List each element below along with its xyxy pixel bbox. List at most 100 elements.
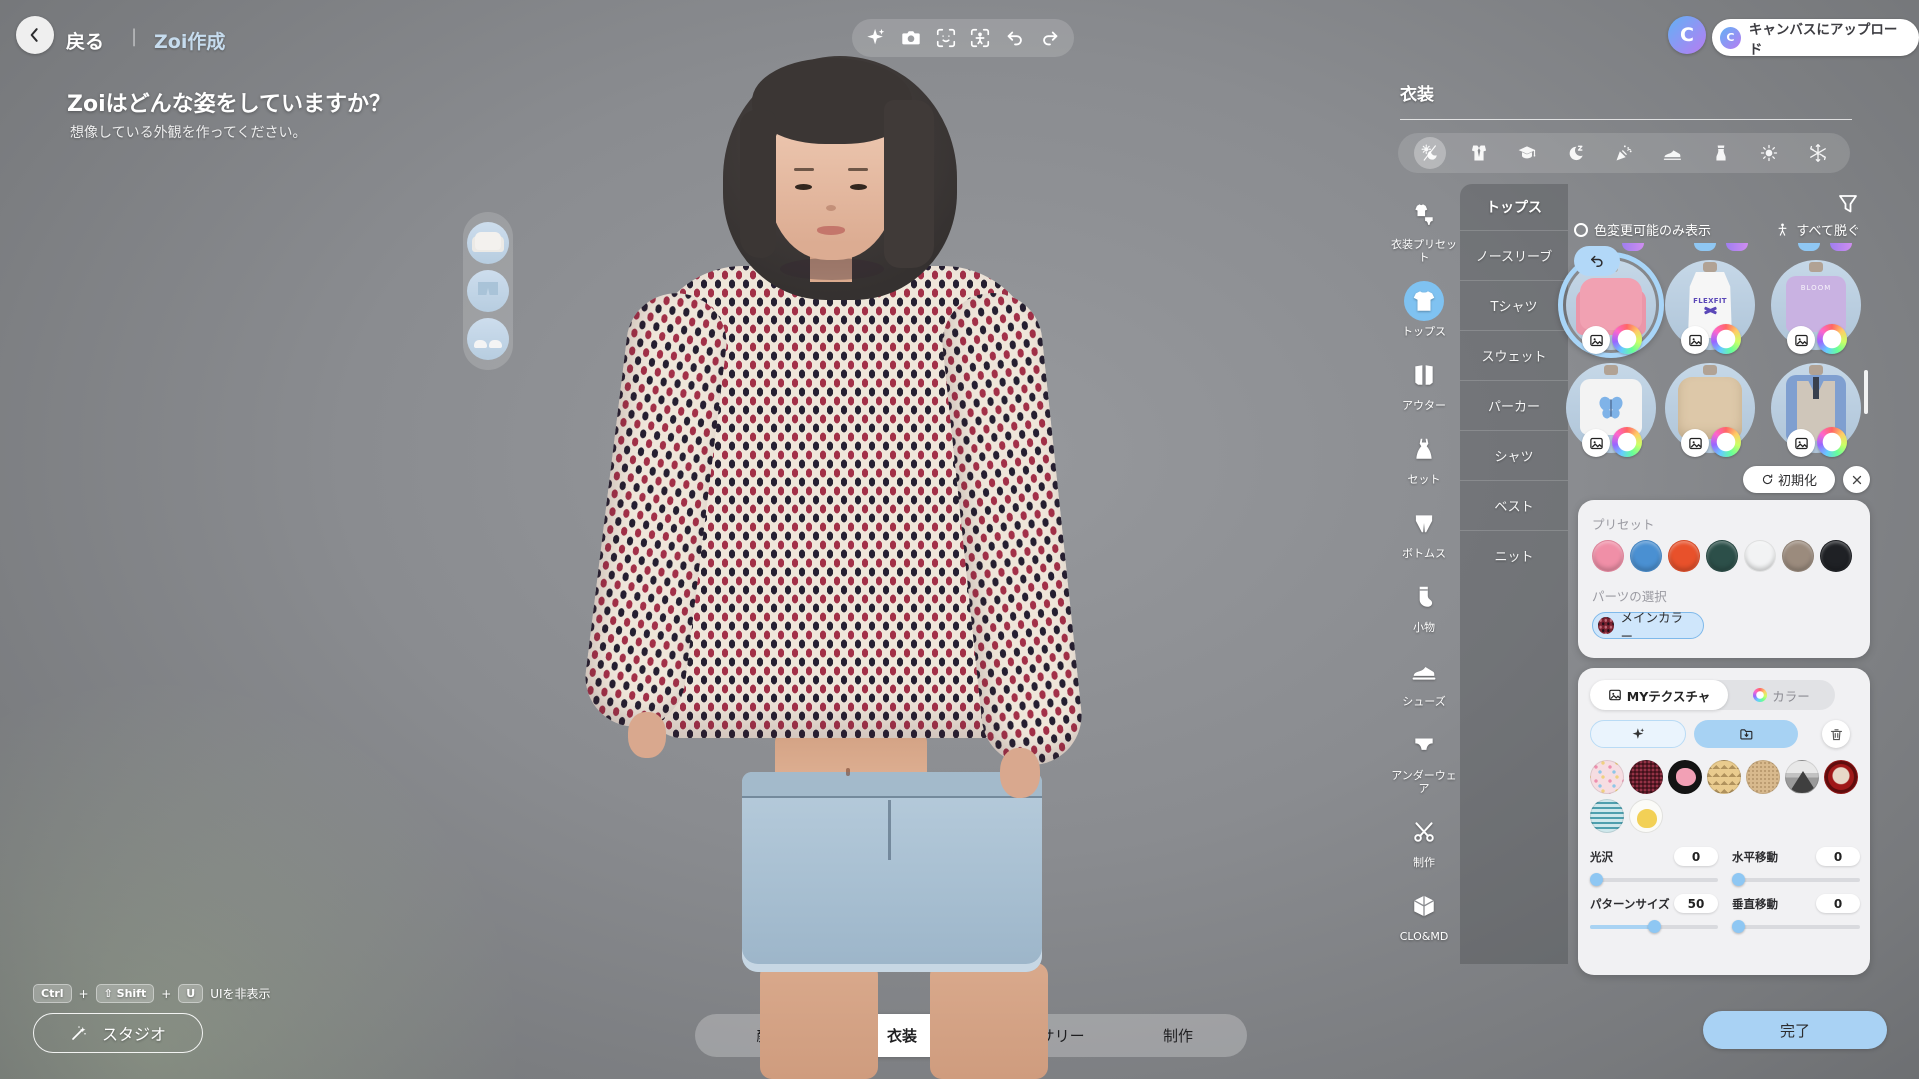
subcategory-panel: トップス ノースリーブ Tシャツ スウェット パーカー シャツ ベスト ニット — [1460, 184, 1568, 964]
preset-color-white[interactable] — [1744, 540, 1776, 572]
grid-scrollbar[interactable] — [1864, 370, 1868, 414]
texture-red-skull[interactable] — [1824, 760, 1858, 794]
texture-tan-motif[interactable] — [1707, 760, 1741, 794]
avatar-viewport[interactable] — [560, 40, 1320, 1079]
import-texture-button[interactable] — [1694, 720, 1798, 748]
color-wheel-badge[interactable] — [1817, 324, 1847, 354]
equipped-top-thumb[interactable] — [467, 222, 509, 264]
undress-all-label: すべて脱ぐ — [1796, 220, 1860, 239]
filter-tab-day-night[interactable] — [1414, 137, 1446, 169]
texture-pink-splat-black[interactable] — [1668, 760, 1702, 794]
plus-sign: + — [79, 987, 89, 1001]
texture-actions — [1590, 720, 1858, 748]
filter-tab-sports[interactable] — [1656, 137, 1688, 169]
texture-yellow-chick[interactable] — [1629, 799, 1663, 833]
filter-tab-school[interactable] — [1511, 137, 1543, 169]
filter-tab-winter[interactable] — [1802, 137, 1834, 169]
item-beige-blouse[interactable] — [1665, 363, 1755, 453]
texture-pink-confetti[interactable] — [1590, 760, 1624, 794]
texture-swatches — [1590, 760, 1862, 833]
color-wheel-badge[interactable] — [1711, 324, 1741, 354]
category-outerwear[interactable]: アウター — [1402, 355, 1446, 412]
tab-color[interactable]: カラー — [1728, 686, 1835, 705]
item-pink-sweater[interactable] — [1566, 260, 1656, 350]
subcategory-vest[interactable]: ベスト — [1460, 480, 1568, 530]
generate-texture-button[interactable] — [1590, 720, 1686, 748]
texture-maroon-check[interactable] — [1629, 760, 1663, 794]
done-button[interactable]: 完了 — [1703, 1011, 1887, 1049]
slider-thumb[interactable] — [1590, 873, 1603, 886]
category-underwear[interactable]: アンダーウェア — [1387, 725, 1461, 795]
studio-button[interactable]: スタジオ — [33, 1013, 203, 1053]
category-outfit-preset[interactable]: 衣装プリセット — [1387, 194, 1461, 264]
tab-my-texture[interactable]: MYテクスチャ — [1590, 680, 1728, 710]
app-logo[interactable]: C — [1668, 16, 1706, 54]
equipped-shorts-thumb[interactable] — [467, 270, 509, 312]
color-wheel-badge[interactable] — [1612, 324, 1642, 354]
main-color-chip[interactable]: メインカラー — [1592, 612, 1704, 639]
category-set[interactable]: セット — [1404, 429, 1444, 486]
color-wheel-badge[interactable] — [1817, 427, 1847, 457]
subcategory-shirt[interactable]: シャツ — [1460, 430, 1568, 480]
color-wheel-badge[interactable] — [1711, 427, 1741, 457]
undress-all-button[interactable]: すべて脱ぐ — [1775, 220, 1860, 239]
upload-to-canvas-button[interactable]: C キャンバスにアップロード — [1712, 19, 1919, 56]
filter-tab-sleep[interactable] — [1560, 137, 1592, 169]
subcategory-tshirt[interactable]: Tシャツ — [1460, 280, 1568, 330]
back-label[interactable]: 戻る — [66, 27, 104, 54]
category-bottoms[interactable]: ボトムス — [1402, 503, 1446, 560]
filter-tab-summer[interactable] — [1753, 137, 1785, 169]
back-button[interactable] — [16, 16, 54, 54]
item-butterfly-tee[interactable] — [1566, 363, 1656, 453]
filter-tab-swim[interactable] — [1705, 137, 1737, 169]
reset-button[interactable]: 初期化 — [1743, 466, 1835, 493]
texture-mountain-print[interactable] — [1785, 760, 1819, 794]
category-clo-md[interactable]: CLO&MD — [1400, 886, 1449, 943]
equipped-shoes-thumb[interactable] — [467, 318, 509, 360]
category-shoes[interactable]: シューズ — [1402, 651, 1445, 708]
slider-thumb[interactable] — [1648, 920, 1661, 933]
texture-badge[interactable] — [1582, 326, 1610, 354]
item-bloom-tee[interactable]: BLOOM — [1771, 260, 1861, 350]
outfit-preset-icon — [1404, 194, 1444, 234]
gloss-slider[interactable] — [1590, 873, 1718, 886]
subcategory-sleeveless[interactable]: ノースリーブ — [1460, 230, 1568, 280]
preset-color-teal[interactable] — [1706, 540, 1738, 572]
texture-badge[interactable] — [1787, 429, 1815, 457]
texture-badge[interactable] — [1681, 326, 1709, 354]
filter-tab-party[interactable] — [1608, 137, 1640, 169]
category-accessories[interactable]: 小物 — [1404, 577, 1444, 634]
close-detail-button[interactable] — [1843, 466, 1870, 493]
subcategory-sweat[interactable]: スウェット — [1460, 330, 1568, 380]
slider-thumb[interactable] — [1732, 873, 1745, 886]
preset-color-pink[interactable] — [1592, 540, 1624, 572]
delete-texture-button[interactable] — [1822, 720, 1850, 748]
item-flexfit-tank[interactable]: FLEXFIT — [1665, 260, 1755, 350]
texture-sand[interactable] — [1746, 760, 1780, 794]
slider-thumb[interactable] — [1732, 920, 1745, 933]
avatar-left-leg — [760, 963, 878, 1079]
tab-production[interactable]: 制作 — [1109, 1014, 1247, 1057]
pattern-size-slider[interactable] — [1590, 920, 1718, 933]
preset-color-orange[interactable] — [1668, 540, 1700, 572]
texture-badge[interactable] — [1787, 326, 1815, 354]
color-changeable-toggle[interactable]: 色変更可能のみ表示 — [1574, 220, 1711, 239]
texture-badge[interactable] — [1582, 429, 1610, 457]
subcategory-hoodie[interactable]: パーカー — [1460, 380, 1568, 430]
revert-item-badge[interactable] — [1574, 246, 1620, 276]
subcategory-knit[interactable]: ニット — [1460, 530, 1568, 580]
filter-icon[interactable] — [1836, 192, 1860, 216]
horizontal-slider[interactable] — [1732, 873, 1860, 886]
filter-tab-formal[interactable] — [1463, 137, 1495, 169]
category-create[interactable]: 制作 — [1404, 812, 1444, 869]
preset-color-blue[interactable] — [1630, 540, 1662, 572]
preset-color-taupe[interactable] — [1782, 540, 1814, 572]
item-vest-with-shirt[interactable] — [1771, 363, 1861, 453]
preset-color-black[interactable] — [1820, 540, 1852, 572]
texture-badge[interactable] — [1681, 429, 1709, 457]
category-tops[interactable]: トップス — [1402, 281, 1446, 338]
vertical-slider[interactable] — [1732, 920, 1860, 933]
image-icon — [1688, 436, 1703, 451]
color-wheel-badge[interactable] — [1612, 427, 1642, 457]
texture-blue-waves[interactable] — [1590, 799, 1624, 833]
